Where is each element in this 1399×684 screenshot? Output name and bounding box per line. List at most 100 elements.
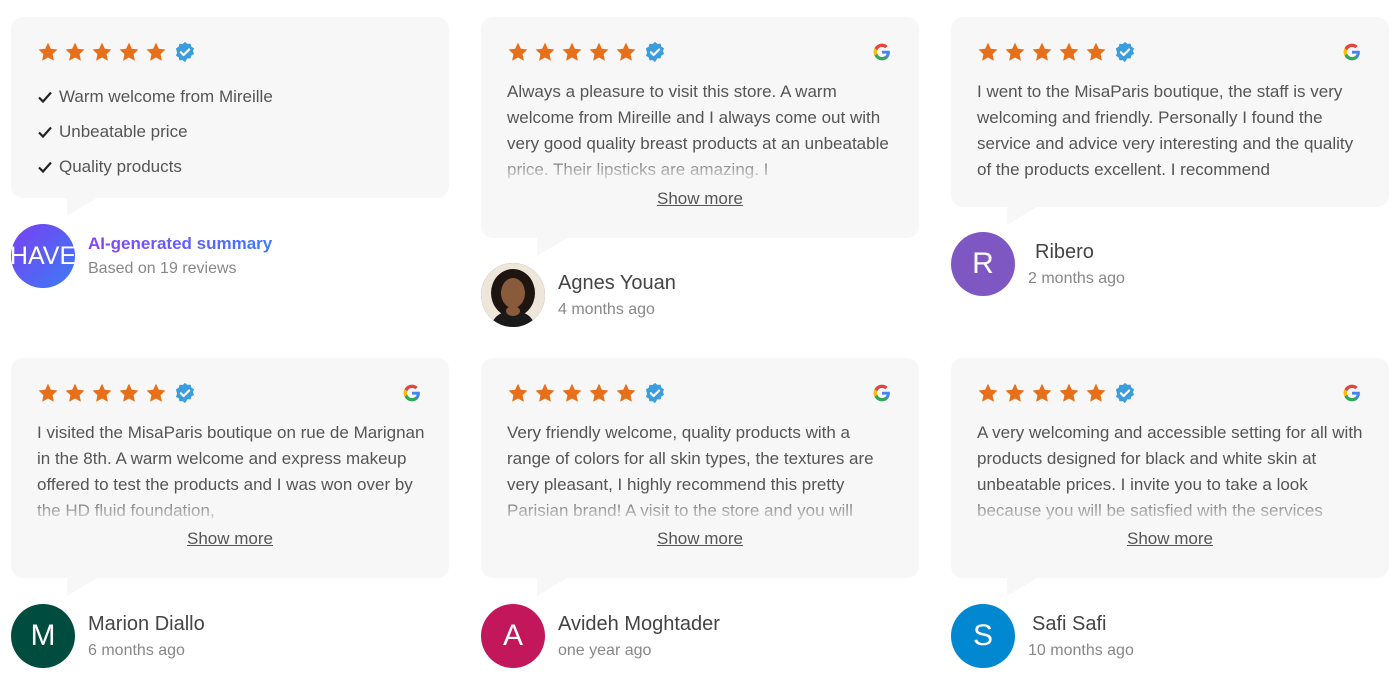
star-icon (38, 42, 58, 61)
summary-point: Quality products (37, 149, 273, 184)
review-card: I visited the MisaParis boutique on rue … (11, 358, 449, 596)
author-name: Ribero (1035, 240, 1094, 263)
avatar: S (951, 604, 1015, 668)
summary-author: HAVE AI-generated summary Based on 19 re… (11, 224, 272, 288)
summary-card: Warm welcome from Mireille Unbeatable pr… (11, 17, 449, 216)
star-icon (978, 383, 998, 402)
star-icon (1005, 383, 1025, 402)
avatar: A (481, 604, 545, 668)
review-date: 6 months ago (88, 641, 185, 659)
check-icon (38, 161, 52, 173)
star-icon (589, 42, 609, 61)
star-icon (65, 383, 85, 402)
rating-stars (507, 382, 666, 404)
summary-points: Warm welcome from Mireille Unbeatable pr… (37, 79, 273, 184)
avatar: HAVE (11, 224, 75, 288)
review-text: Very friendly welcome, quality products … (507, 420, 895, 526)
show-more-link[interactable]: Show more (951, 529, 1389, 549)
star-icon (589, 383, 609, 402)
star-icon (1086, 383, 1106, 402)
star-icon (1059, 383, 1079, 402)
review-author: A Avideh Moghtader one year ago (481, 604, 720, 668)
check-icon (38, 91, 52, 103)
rating-stars (977, 382, 1136, 404)
star-icon (978, 42, 998, 61)
avatar-text: HAVE (11, 241, 75, 270)
star-icon (119, 42, 139, 61)
star-icon (616, 42, 636, 61)
avatar (481, 263, 545, 327)
review-text: I went to the MisaParis boutique, the st… (977, 82, 1354, 179)
show-more-link[interactable]: Show more (11, 529, 449, 549)
avatar-photo (481, 263, 545, 327)
review-date: 10 months ago (1028, 641, 1134, 659)
avatar-initial: M (30, 619, 56, 652)
star-icon (1005, 42, 1025, 61)
show-more-link[interactable]: Show more (481, 529, 919, 549)
review-author: Agnes Youan 4 months ago (481, 263, 676, 327)
verified-badge-icon (645, 41, 665, 63)
google-icon (403, 384, 420, 402)
summary-point: Unbeatable price (37, 114, 273, 149)
author-name: Agnes Youan (558, 271, 676, 294)
review-date: 2 months ago (1028, 269, 1125, 287)
star-icon (1059, 42, 1079, 61)
star-icon (119, 383, 139, 402)
google-icon (873, 384, 890, 402)
star-icon (146, 383, 166, 402)
avatar-initial: S (972, 619, 993, 652)
avatar-initial: R (972, 247, 994, 280)
ai-summary-title: AI-generated summary (88, 233, 273, 253)
summary-point-text: Quality products (59, 156, 182, 176)
star-icon (92, 383, 112, 402)
verified-badge-icon (175, 382, 195, 404)
google-icon (1343, 43, 1360, 61)
summary-point: Warm welcome from Mireille (37, 79, 273, 114)
star-icon (1032, 42, 1052, 61)
avatar-initial: A (502, 619, 523, 652)
avatar: R (951, 232, 1015, 296)
review-author: S Safi Safi 10 months ago (951, 604, 1134, 668)
review-text: A very welcoming and accessible setting … (977, 420, 1365, 526)
review-text: Always a pleasure to visit this store. A… (507, 79, 895, 185)
summary-point-text: Unbeatable price (59, 121, 188, 141)
star-icon (562, 383, 582, 402)
review-card: Very friendly welcome, quality products … (481, 358, 919, 596)
star-icon (508, 42, 528, 61)
review-author: R Ribero 2 months ago (951, 232, 1125, 296)
review-date: 4 months ago (558, 300, 655, 318)
review-card: A very welcoming and accessible setting … (951, 358, 1389, 596)
check-icon (38, 126, 52, 138)
star-icon (1032, 383, 1052, 402)
rating-stars (977, 41, 1136, 63)
avatar: M (11, 604, 75, 668)
verified-badge-icon (1115, 382, 1135, 404)
rating-stars (37, 41, 196, 63)
star-icon (146, 42, 166, 61)
summary-point-text: Warm welcome from Mireille (59, 86, 273, 106)
verified-badge-icon (175, 41, 195, 63)
review-card: I went to the MisaParis boutique, the st… (951, 17, 1389, 225)
review-author: M Marion Diallo 6 months ago (11, 604, 205, 668)
verified-badge-icon (645, 382, 665, 404)
review-card: Always a pleasure to visit this store. A… (481, 17, 919, 256)
star-icon (508, 383, 528, 402)
review-text: I visited the MisaParis boutique on rue … (37, 420, 425, 526)
star-icon (38, 383, 58, 402)
rating-stars (37, 382, 196, 404)
review-date: one year ago (558, 641, 652, 659)
verified-badge-icon (1115, 41, 1135, 63)
author-name: Avideh Moghtader (558, 612, 720, 635)
google-icon (1343, 384, 1360, 402)
rating-stars (507, 41, 666, 63)
show-more-link[interactable]: Show more (481, 189, 919, 209)
star-icon (92, 42, 112, 61)
star-icon (1086, 42, 1106, 61)
google-icon (873, 43, 890, 61)
star-icon (616, 383, 636, 402)
star-icon (65, 42, 85, 61)
star-icon (562, 42, 582, 61)
star-icon (535, 383, 555, 402)
summary-subtitle: Based on 19 reviews (88, 259, 237, 277)
author-name: Marion Diallo (88, 612, 205, 635)
